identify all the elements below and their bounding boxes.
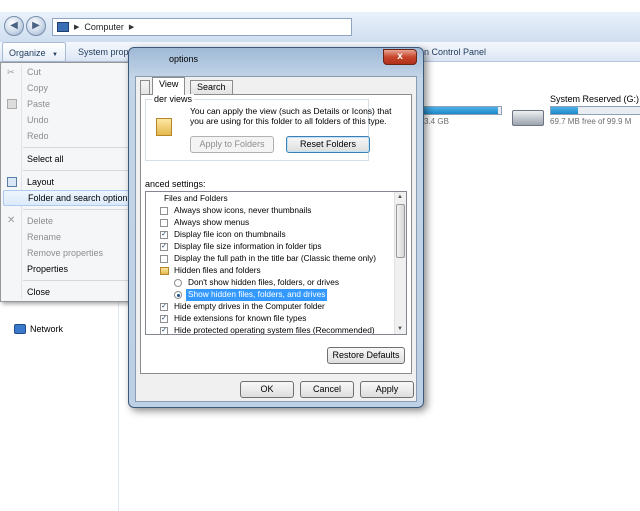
menu-item-label: Copy xyxy=(27,83,49,93)
checkbox[interactable] xyxy=(160,219,168,227)
folder-views-group: der views You can apply the view (such a… xyxy=(145,94,391,161)
menu-item-label: Rename xyxy=(27,232,62,242)
address-field[interactable]: ▶ Computer ▶ xyxy=(52,18,352,36)
tree-item-label: Always show menus xyxy=(174,217,250,227)
reset-folders-button[interactable]: Reset Folders xyxy=(286,136,370,153)
menu-item-label: Cut xyxy=(27,67,42,77)
advanced-settings-tree[interactable]: Files and Folders Always show icons, nev… xyxy=(145,191,407,335)
layout-icon xyxy=(7,177,17,187)
ok-button[interactable]: OK xyxy=(240,381,294,398)
menu-item-label: Undo xyxy=(27,115,49,125)
tree-item-label: Hide empty drives in the Computer folder xyxy=(174,301,325,311)
checkbox-checked[interactable]: ✓ xyxy=(160,231,168,239)
nav-item-label: Network xyxy=(30,324,64,334)
dropdown-arrow-icon: ▼ xyxy=(52,52,58,58)
drive-usage-bar xyxy=(414,106,502,115)
organize-button[interactable]: Organize ▼ xyxy=(2,42,66,62)
checkbox-checked[interactable]: ✓ xyxy=(160,315,168,323)
cancel-button[interactable]: Cancel xyxy=(300,381,354,398)
menu-item-label: Redo xyxy=(27,131,49,141)
radio-button[interactable] xyxy=(174,279,182,287)
breadcrumb-chevron-icon[interactable]: ▶ xyxy=(129,23,134,31)
tree-item-label: Don't show hidden files, folders, or dri… xyxy=(188,277,340,287)
advanced-settings-label: anced settings: xyxy=(145,179,206,189)
breadcrumb-computer[interactable]: Computer xyxy=(84,22,124,32)
drive-name: System Reserved (G:) xyxy=(550,94,640,104)
dialog-body: View Search der views You can apply the … xyxy=(135,76,417,402)
menu-item-label: Select all xyxy=(27,154,64,164)
checkbox-checked[interactable]: ✓ xyxy=(160,327,168,334)
menu-item-label: Layout xyxy=(27,177,55,187)
folder-options-dialog: options x View Search der views You can … xyxy=(128,47,424,408)
back-button[interactable]: ◀ xyxy=(4,16,24,36)
checkbox-checked[interactable]: ✓ xyxy=(160,303,168,311)
folder-views-description: You can apply the view (such as Details … xyxy=(190,106,392,126)
tree-item-label: Hide protected operating system files (R… xyxy=(174,325,375,335)
menu-item-label: Close xyxy=(27,287,51,297)
checkbox[interactable] xyxy=(160,207,168,215)
tree-item-label: Always show icons, never thumbnails xyxy=(174,205,312,215)
computer-icon xyxy=(57,22,69,32)
forward-arrow-icon: ▶ xyxy=(32,20,40,31)
breadcrumb-chevron-icon: ▶ xyxy=(74,24,80,31)
drive-usage-bar xyxy=(550,106,640,115)
tree-scrollbar[interactable]: ▲ ▼ xyxy=(394,192,406,334)
scissors-icon: ✂ xyxy=(7,67,15,77)
apply-button[interactable]: Apply xyxy=(360,381,414,398)
tab-search[interactable]: Search xyxy=(190,80,233,95)
tree-item-label: Show hidden files, folders, and drives xyxy=(186,289,328,301)
view-tab-page: der views You can apply the view (such a… xyxy=(140,94,412,374)
tree-item-label: Hidden files and folders xyxy=(174,265,261,275)
tab-view[interactable]: View xyxy=(152,77,186,95)
forward-button[interactable]: ▶ xyxy=(26,16,46,36)
folder-views-icon xyxy=(156,118,172,136)
back-arrow-icon: ◀ xyxy=(10,20,18,31)
dialog-title: options xyxy=(169,54,199,64)
menu-item-label: Properties xyxy=(27,264,69,274)
menu-item-label: Remove properties xyxy=(27,248,104,258)
apply-to-folders-button[interactable]: Apply to Folders xyxy=(190,136,274,153)
organize-label: Organize xyxy=(9,48,46,58)
drive-usage-fill xyxy=(551,107,578,114)
close-button[interactable]: x xyxy=(383,49,417,65)
menu-item-label: Folder and search options xyxy=(28,193,133,203)
radio-button-selected[interactable] xyxy=(174,291,182,299)
scroll-up-icon[interactable]: ▲ xyxy=(397,194,403,200)
address-bar: ◀ ▶ ▶ Computer ▶ xyxy=(0,12,640,42)
scroll-down-icon[interactable]: ▼ xyxy=(397,326,403,332)
group-label: der views xyxy=(152,94,195,104)
paste-icon xyxy=(7,99,17,109)
hard-drive-icon xyxy=(512,110,544,126)
menu-item-label: Delete xyxy=(27,216,54,226)
checkbox-checked[interactable]: ✓ xyxy=(160,243,168,251)
drive-free-text: 69.7 MB free of 99.9 M xyxy=(550,117,632,126)
drive-free-text: 3.4 GB xyxy=(424,117,449,126)
tree-item-label: Files and Folders xyxy=(164,193,228,203)
network-icon xyxy=(14,324,26,334)
scrollbar-thumb[interactable] xyxy=(396,204,405,258)
menu-item-label: Paste xyxy=(27,99,51,109)
drive-usage-fill xyxy=(415,107,499,114)
delete-x-icon: ✕ xyxy=(7,215,16,226)
tab-general[interactable] xyxy=(140,80,150,95)
tree-item-label: Display file size information in folder … xyxy=(174,241,322,251)
tree-item-label: Hide extensions for known file types xyxy=(174,313,307,323)
checkbox[interactable] xyxy=(160,255,168,263)
nav-item-network[interactable]: Network xyxy=(14,324,63,334)
control-panel-button[interactable]: n Control Panel xyxy=(418,42,492,62)
folder-icon xyxy=(160,267,169,275)
restore-defaults-button[interactable]: Restore Defaults xyxy=(327,347,405,364)
tree-item-label: Display file icon on thumbnails xyxy=(174,229,286,239)
tree-item-label: Display the full path in the title bar (… xyxy=(174,253,376,263)
